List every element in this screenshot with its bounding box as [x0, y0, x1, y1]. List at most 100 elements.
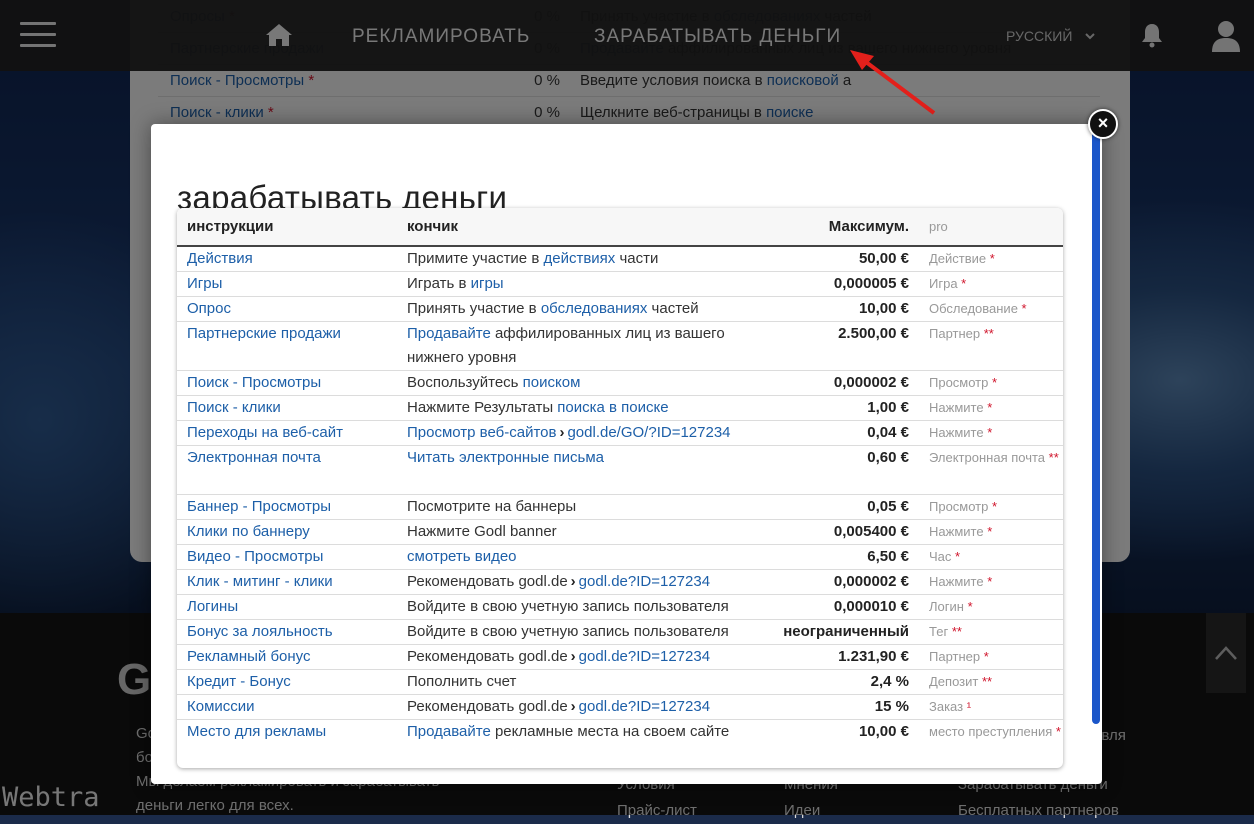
chevron-right-icon: › [570, 573, 576, 590]
table-row: Рекламный бонус Рекомендовать godl.de › god… [177, 645, 1063, 670]
tip-text: Пополнить счет [407, 673, 517, 690]
row-maximum-value: 50,00 € [858, 250, 909, 267]
unit-label: Просмотр [929, 499, 989, 514]
row-pro-unit: Просмотр * [919, 371, 1063, 395]
referral-link[interactable]: godl.de?ID=127234 [579, 573, 710, 590]
tip-link[interactable]: обследованиях [541, 300, 648, 317]
row-pro-unit: Электронная почта ** [919, 446, 1063, 470]
table-row: Кредит - Бонус Пополнить счет 2,4 % Депозит… [177, 670, 1063, 695]
referral-link[interactable]: godl.de?ID=127234 [579, 648, 710, 665]
row-maximum-value: 15 % [874, 698, 909, 715]
row-instruction-link[interactable]: Игры [177, 272, 397, 296]
header-instructions[interactable]: инструкции [177, 218, 397, 235]
row-maximum-value: 6,50 € [867, 548, 909, 565]
required-marker: * [987, 400, 993, 415]
row-instruction-link[interactable]: Логины [177, 595, 397, 619]
row-instruction-link[interactable]: Баннер - Просмотры [177, 495, 397, 519]
header-tip[interactable]: кончик [397, 218, 752, 235]
row-tip: Продавайте аффилированных лиц из вашего … [397, 322, 752, 370]
row-tip: Играть в игры [397, 272, 752, 296]
required-marker: * [992, 499, 998, 514]
row-instruction-link[interactable]: Кредит - Бонус [177, 670, 397, 694]
row-instruction-link[interactable]: Электронная почта [177, 446, 397, 470]
row-maximum-value: 0,000010 € [833, 598, 909, 615]
row-instruction-link[interactable]: Клики по баннеру [177, 520, 397, 544]
required-marker: * [987, 574, 993, 589]
row-pro-unit: Партнер * [919, 645, 1063, 669]
table-row: Место для рекламы Продавайте рекламные ме… [177, 720, 1063, 768]
required-marker: ** [951, 624, 962, 639]
tip-text: Примите участие в [407, 250, 544, 267]
row-instruction-link[interactable]: Партнерские продажи [177, 322, 397, 346]
row-maximum-value: 0,05 € [867, 498, 909, 515]
row-tip: Просмотр веб-сайтов › godl.de/GO/?ID=12723… [397, 421, 752, 445]
table-row: Бонус за лояльность Войдите в свою учетну… [177, 620, 1063, 645]
modal-scrollbar[interactable] [1092, 126, 1100, 724]
tip-link[interactable]: Продавайте [407, 723, 491, 740]
row-instruction-link[interactable]: Место для рекламы [177, 720, 397, 744]
row-instruction-link[interactable]: Поиск - Просмотры [177, 371, 397, 395]
row-maximum-value: 0,60 € [867, 449, 909, 466]
table-row: Поиск - клики Нажмите Результаты поиска в… [177, 396, 1063, 421]
unit-label: Нажмите [929, 574, 984, 589]
required-marker: * [1055, 724, 1061, 739]
table-row: Игры Играть в игры 0,000005 € Игра * [177, 272, 1063, 297]
tip-link[interactable]: Читать электронные письма [407, 449, 604, 466]
unit-label: Депозит [929, 674, 979, 689]
referral-link[interactable]: godl.de/GO/?ID=127234 [567, 424, 730, 441]
row-pro-unit: Час * [919, 545, 1063, 569]
tip-link[interactable]: действиях [543, 250, 615, 267]
tip-text: Войдите в свою учетную запись пользовате… [407, 623, 729, 640]
unit-label: Нажмите [929, 524, 984, 539]
table-row: Переходы на веб-сайт Просмотр веб-сайтов ›… [177, 421, 1063, 446]
table-row: Опрос Принять участие в обследованиях час… [177, 297, 1063, 322]
row-tip: Нажмите Godl banner [397, 520, 752, 544]
row-pro-unit: Нажмите * [919, 520, 1063, 544]
row-tip: Войдите в свою учетную запись пользовате… [397, 620, 752, 644]
tip-text: Воспользуйтесь [407, 374, 523, 391]
tip-link[interactable]: игры [471, 275, 504, 292]
required-marker: * [967, 599, 973, 614]
row-maximum-value: 0,005400 € [833, 523, 909, 540]
tip-text: частей [647, 300, 699, 317]
row-instruction-link[interactable]: Переходы на веб-сайт [177, 421, 397, 445]
row-maximum-value: 2,4 % [870, 673, 909, 690]
unit-label: Нажмите [929, 425, 984, 440]
row-pro-unit: Депозит ** [919, 670, 1063, 694]
row-pro-unit: Обследование * [919, 297, 1063, 321]
row-maximum-value: 0,000002 € [833, 374, 909, 391]
row-pro-unit: Просмотр * [919, 495, 1063, 519]
tip-link[interactable]: Продавайте [407, 325, 491, 342]
row-instruction-link[interactable]: Поиск - клики [177, 396, 397, 420]
table-row: Видео - Просмотры смотреть видео 6,50 € Час… [177, 545, 1063, 570]
unit-label: Игра [929, 276, 958, 291]
table-header: инструкции кончик Максимум. pro [177, 208, 1063, 247]
row-instruction-link[interactable]: Клик - митинг - клики [177, 570, 397, 594]
row-tip: Рекомендовать godl.de › godl.de?ID=127234 [397, 570, 752, 594]
chevron-right-icon: › [570, 648, 576, 665]
row-tip: Читать электронные письма [397, 446, 752, 470]
required-marker: * [1021, 301, 1027, 316]
referral-link[interactable]: godl.de?ID=127234 [579, 698, 710, 715]
row-instruction-link[interactable]: Рекламный бонус [177, 645, 397, 669]
tip-link[interactable]: поиском [523, 374, 581, 391]
row-pro-unit: Партнер ** [919, 322, 1063, 346]
close-modal-button[interactable]: × [1088, 109, 1118, 139]
tip-link[interactable]: Просмотр веб-сайтов [407, 424, 556, 441]
row-instruction-link[interactable]: Видео - Просмотры [177, 545, 397, 569]
row-instruction-link[interactable]: Бонус за лояльность [177, 620, 397, 644]
tip-link[interactable]: поиска в поиске [557, 399, 668, 416]
tip-link[interactable]: смотреть видео [407, 548, 517, 565]
row-instruction-link[interactable]: Опрос [177, 297, 397, 321]
table-row: Комиссии Рекомендовать godl.de › godl.de?ID… [177, 695, 1063, 720]
row-maximum-value: 0,04 € [867, 424, 909, 441]
header-pro[interactable]: pro [919, 219, 1063, 234]
row-instruction-link[interactable]: Действия [177, 247, 397, 271]
row-instruction-link[interactable]: Комиссии [177, 695, 397, 719]
row-tip: Пополнить счет [397, 670, 752, 694]
header-maximum[interactable]: Максимум. [752, 218, 919, 235]
unit-label: Нажмите [929, 400, 984, 415]
row-tip: Воспользуйтесь поиском [397, 371, 752, 395]
unit-label: Заказ [929, 699, 964, 714]
row-tip: Нажмите Результаты поиска в поиске [397, 396, 752, 420]
